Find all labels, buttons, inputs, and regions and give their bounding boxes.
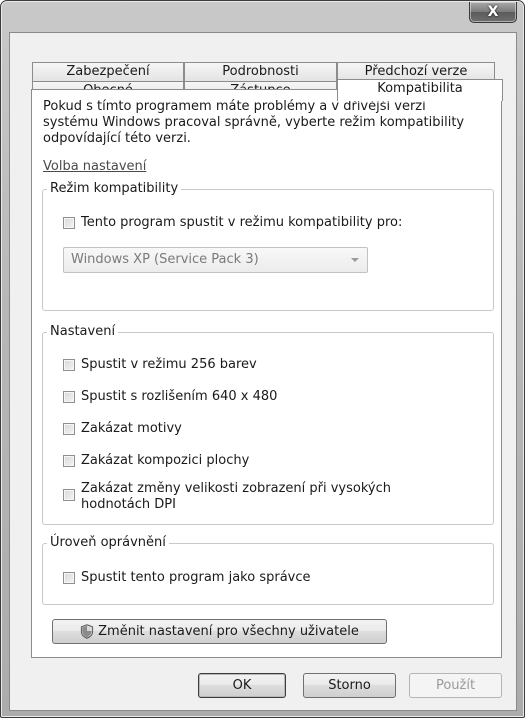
cancel-button[interactable]: Storno [303, 673, 396, 698]
setting-label: Zakázat kompozici plochy [81, 453, 250, 468]
setting-256-colors-checkbox[interactable] [63, 359, 75, 371]
os-version-select[interactable]: Windows XP (Service Pack 3) [63, 247, 368, 273]
compatibility-panel: Pokud s tímto programem máte problémy a … [31, 89, 502, 658]
setting-disable-dpi-scaling-row[interactable]: Zakázat změny velikosti zobrazení při vy… [63, 481, 391, 513]
close-icon: X [487, 4, 499, 20]
setting-label: Spustit v režimu 256 barev [81, 357, 257, 372]
setting-disable-themes-checkbox[interactable] [63, 423, 75, 435]
ok-button[interactable]: OK [198, 673, 286, 698]
tab-label: Kompatibilita [377, 81, 463, 96]
settings-group: Nastavení Spustit v režimu 256 barev Spu… [42, 324, 494, 525]
select-value: Windows XP (Service Pack 3) [71, 252, 259, 267]
setting-disable-themes-row[interactable]: Zakázat motivy [63, 421, 182, 437]
privilege-level-group: Úroveň oprávnění Spustit tento program j… [42, 535, 494, 605]
tab-label: Předchozí verze [364, 64, 468, 79]
intro-text: Pokud s tímto programem máte problémy a … [43, 99, 465, 146]
compat-mode-checkbox[interactable] [63, 217, 75, 229]
setting-disable-dpi-scaling-checkbox[interactable] [63, 489, 75, 501]
run-as-admin-checkbox[interactable] [63, 572, 75, 584]
tab-zabezpeceni[interactable]: Zabezpečení [32, 62, 184, 81]
setting-label: Zakázat motivy [81, 421, 182, 436]
tab-label: Zabezpečení [66, 64, 150, 79]
tab-podrobnosti[interactable]: Podrobnosti [184, 62, 337, 81]
setting-256-colors-row[interactable]: Spustit v režimu 256 barev [63, 357, 257, 373]
compat-mode-checkbox-row[interactable]: Tento program spustit v režimu kompatibi… [63, 215, 402, 231]
setting-640x480-checkbox[interactable] [63, 391, 75, 403]
shield-icon [81, 624, 94, 639]
setting-640x480-row[interactable]: Spustit s rozlišením 640 x 480 [63, 389, 277, 405]
compatibility-mode-group: Režim kompatibility Tento program spusti… [42, 181, 494, 311]
button-label: OK [232, 678, 252, 693]
tab-kompatibilita[interactable]: Kompatibilita [337, 79, 503, 101]
apply-button[interactable]: Použít [409, 673, 502, 698]
label-line: Zakázat změny velikosti zobrazení při vy… [81, 481, 392, 496]
setting-label: Zakázat změny velikosti zobrazení při vy… [81, 481, 391, 513]
compat-mode-label: Tento program spustit v režimu kompatibi… [81, 215, 403, 230]
group-legend: Nastavení [47, 324, 119, 339]
group-legend: Režim kompatibility [47, 181, 182, 196]
properties-window: X Zabezpečení Podrobnosti Předchozí verz… [0, 0, 525, 718]
button-label: Storno [328, 678, 371, 693]
change-settings-all-users-button[interactable]: Změnit nastavení pro všechny uživatele [52, 619, 387, 644]
setting-disable-composition-row[interactable]: Zakázat kompozici plochy [63, 453, 249, 469]
tab-label: Podrobnosti [222, 64, 299, 79]
help-link[interactable]: Volba nastavení [43, 159, 146, 174]
close-button[interactable]: X [469, 2, 517, 23]
button-label: Použít [435, 678, 476, 693]
group-legend: Úroveň oprávnění [47, 535, 169, 550]
button-label: Změnit nastavení pro všechny uživatele [98, 624, 359, 639]
setting-disable-composition-checkbox[interactable] [63, 455, 75, 467]
run-as-admin-row[interactable]: Spustit tento program jako správce [63, 570, 311, 586]
run-as-admin-label: Spustit tento program jako správce [81, 570, 311, 585]
setting-label: Spustit s rozlišením 640 x 480 [81, 389, 278, 404]
label-line: hodnotách DPI [81, 497, 176, 512]
chevron-down-icon [351, 258, 359, 262]
